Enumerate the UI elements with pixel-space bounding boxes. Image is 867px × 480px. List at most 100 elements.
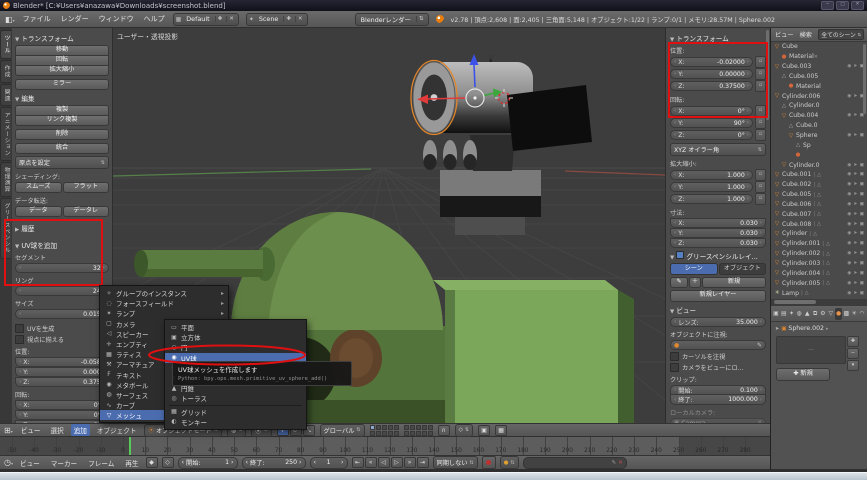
- lock-cursor-checkbox[interactable]: カーソルを注視: [670, 352, 766, 361]
- keying-set-field[interactable]: ✎ ✕: [523, 457, 627, 469]
- outliner-row[interactable]: ▽Cube.003◉➤▣: [771, 62, 867, 72]
- data-layout-transfer-button[interactable]: データレ: [63, 206, 110, 217]
- new-material-button[interactable]: ✚ 新規: [776, 368, 830, 381]
- number-field[interactable]: ‹Y:90°›: [670, 118, 753, 128]
- plus-icon[interactable]: ＋: [689, 277, 701, 288]
- renderability-camera-icon[interactable]: ▣: [859, 212, 864, 217]
- render-layers-icon[interactable]: ▤: [780, 308, 788, 320]
- layer-toggle[interactable]: [394, 431, 399, 436]
- render-opengl-anim-icon[interactable]: ▦: [495, 425, 507, 436]
- timeline-menu-2[interactable]: フレーム: [85, 457, 117, 469]
- increment-icon[interactable]: ›: [747, 184, 749, 190]
- constraints-icon[interactable]: ⧉: [811, 308, 819, 320]
- outliner-row[interactable]: △Cube.0: [771, 121, 867, 131]
- panel-header-transform[interactable]: ▼ トランスフォーム: [15, 33, 109, 43]
- infobar-menu-2[interactable]: ウィンドウ: [98, 14, 135, 24]
- viewport-menu-2[interactable]: 追加: [71, 424, 90, 436]
- renderability-camera-icon[interactable]: ▣: [859, 202, 864, 207]
- layer-toggle[interactable]: [416, 425, 421, 430]
- number-field[interactable]: ‹Y:0.00000›: [670, 69, 753, 79]
- outliner-row[interactable]: ▽Cylinder|△◉➤▣: [771, 229, 867, 239]
- number-field[interactable]: ‹Z:0.375›: [15, 377, 109, 387]
- eyedropper-icon[interactable]: ✎: [611, 460, 616, 466]
- editor-type-icon[interactable]: ⊞▾: [4, 426, 13, 435]
- current-frame-marker[interactable]: [129, 437, 131, 455]
- jump-end-button[interactable]: ⇥: [417, 457, 429, 468]
- layer-toggle[interactable]: [422, 425, 427, 430]
- mesh-menu-item[interactable]: ▭平面: [165, 322, 306, 332]
- lock-icon[interactable]: ▫: [755, 68, 766, 80]
- number-field[interactable]: ‹Y:0.030›: [670, 228, 766, 238]
- selectability-arrow-icon[interactable]: ➤: [853, 202, 857, 207]
- mesh-menu-item[interactable]: ▦グリッド: [165, 407, 306, 417]
- outliner-row[interactable]: ▽Cube.004◉➤▣: [771, 111, 867, 121]
- add-scene-button[interactable]: ✚: [283, 16, 293, 22]
- outliner-row[interactable]: ▽Cube.002|△◉➤▣: [771, 180, 867, 190]
- panel-header-history[interactable]: ▶ 履歴: [15, 223, 109, 233]
- clear-icon[interactable]: ✕: [618, 460, 623, 466]
- editor-type-icon[interactable]: ◷▾: [4, 458, 13, 467]
- layer-toggle[interactable]: [410, 425, 415, 430]
- outliner-row[interactable]: ▽Cylinder.003|△◉➤▣: [771, 259, 867, 269]
- physics-icon[interactable]: ◠: [858, 308, 866, 320]
- visibility-eye-icon[interactable]: ◉: [847, 281, 851, 286]
- render-icon[interactable]: ▣: [772, 308, 780, 320]
- screen-layout-widget[interactable]: ▦ Default ✚ ✕: [173, 13, 239, 26]
- shelf-tab-3[interactable]: アニメーション: [0, 107, 11, 161]
- layer-toggle[interactable]: [376, 431, 381, 436]
- shelf-tab-2[interactable]: 関連: [0, 84, 11, 107]
- delete-button[interactable]: 削除: [15, 129, 109, 140]
- close-icon[interactable]: ✕: [814, 54, 818, 60]
- renderability-camera-icon[interactable]: ▣: [859, 261, 864, 266]
- selectability-arrow-icon[interactable]: ➤: [853, 94, 857, 99]
- outliner-filter-dropdown[interactable]: 全てのシーン ⇅: [818, 29, 864, 40]
- mesh-menu-item[interactable]: ◎トーラス: [165, 393, 306, 403]
- decrement-icon[interactable]: ‹: [19, 402, 21, 408]
- add-menu-item[interactable]: ✶ランプ▸: [100, 308, 228, 318]
- panel-header-edit[interactable]: ▼ 編集: [15, 93, 109, 103]
- data-transfer-button[interactable]: データ: [15, 206, 62, 217]
- timeline-menu-1[interactable]: マーカー: [48, 457, 80, 469]
- layer-toggle[interactable]: [388, 431, 393, 436]
- layer-toggle[interactable]: [370, 425, 375, 430]
- visibility-eye-icon[interactable]: ◉: [847, 251, 851, 256]
- generate-uv-checkbox[interactable]: UVを生成: [15, 324, 109, 333]
- scene-value[interactable]: Scene: [256, 15, 281, 23]
- minimize-button[interactable]: ─: [821, 1, 834, 10]
- selectability-arrow-icon[interactable]: ➤: [853, 133, 857, 138]
- selectability-arrow-icon[interactable]: ➤: [853, 182, 857, 187]
- renderability-camera-icon[interactable]: ▣: [859, 271, 864, 276]
- decrement-icon[interactable]: ‹: [674, 59, 676, 65]
- selectability-arrow-icon[interactable]: ➤: [853, 212, 857, 217]
- keying-set-dropdown[interactable]: ●⇅: [500, 456, 519, 469]
- number-field[interactable]: ‹Z:0°›: [670, 130, 753, 140]
- selectability-arrow-icon[interactable]: ➤: [853, 281, 857, 286]
- set-origin-dropdown[interactable]: 原点を設定⇅: [15, 156, 109, 169]
- duplicate-button[interactable]: 複製: [15, 105, 109, 116]
- decrement-icon[interactable]: ‹: [674, 196, 676, 202]
- visibility-eye-icon[interactable]: ◉: [847, 113, 851, 118]
- selectability-arrow-icon[interactable]: ➤: [853, 271, 857, 276]
- back-arrow-icon[interactable]: ➤: [775, 326, 779, 332]
- visibility-eye-icon[interactable]: ◉: [847, 291, 851, 296]
- close-scene-button[interactable]: ✕: [295, 16, 305, 22]
- renderability-camera-icon[interactable]: ▣: [859, 192, 864, 197]
- lock-object-field[interactable]: ●✎: [670, 340, 766, 350]
- number-field[interactable]: ‹X:0°›: [670, 106, 753, 116]
- mesh-menu-item[interactable]: ◐モンキー: [165, 417, 306, 427]
- renderability-camera-icon[interactable]: ▣: [859, 182, 864, 187]
- close-layout-button[interactable]: ✕: [226, 16, 236, 22]
- viewport-menu-3[interactable]: オブジェクト: [94, 424, 140, 436]
- outliner-menu-view[interactable]: ビュー: [774, 30, 795, 39]
- number-field[interactable]: ‹X:1.000›: [670, 170, 753, 180]
- lock-icon[interactable]: ▫: [755, 169, 766, 181]
- layer-toggle[interactable]: [382, 431, 387, 436]
- timeline-ruler[interactable]: -50-40-30-20-100102030405060708090100110…: [0, 437, 770, 456]
- increment-icon[interactable]: ›: [747, 120, 749, 126]
- renderability-camera-icon[interactable]: ▣: [859, 113, 864, 118]
- keyframe-delete-icon[interactable]: ◇: [162, 457, 174, 468]
- outliner-row[interactable]: ●Material ✕: [771, 52, 867, 62]
- mesh-menu-item[interactable]: ▣立方体: [165, 332, 306, 342]
- selectability-arrow-icon[interactable]: ➤: [853, 251, 857, 256]
- renderability-camera-icon[interactable]: ▣: [859, 251, 864, 256]
